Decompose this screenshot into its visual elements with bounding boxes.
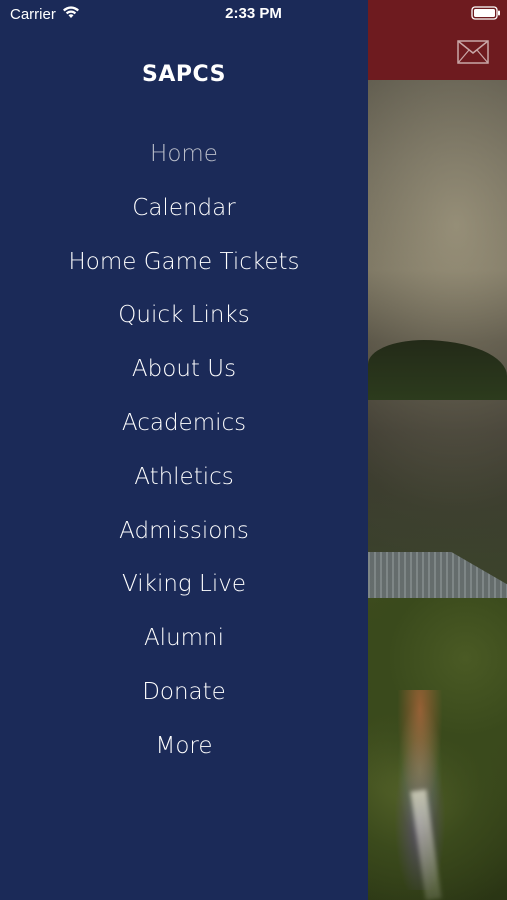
- side-drawer: SAPCS Home Calendar Home Game Tickets Quick…: [0, 0, 368, 900]
- menu-item-home-game-tickets[interactable]: Home Game Tickets: [0, 236, 368, 290]
- menu-item-academics[interactable]: Academics: [0, 397, 368, 451]
- status-time: 2:33 PM: [225, 5, 282, 22]
- menu-item-donate[interactable]: Donate: [0, 666, 368, 720]
- menu-item-admissions[interactable]: Admissions: [0, 505, 368, 559]
- menu-item-athletics[interactable]: Athletics: [0, 451, 368, 505]
- background-roof: [368, 552, 507, 598]
- drawer-title: SAPCS: [142, 62, 226, 87]
- drawer-menu: Home Calendar Home Game Tickets Quick Links…: [0, 128, 368, 774]
- background-hill: [368, 340, 507, 400]
- menu-item-about-us[interactable]: About Us: [0, 343, 368, 397]
- battery-icon: [471, 6, 500, 20]
- menu-item-alumni[interactable]: Alumni: [0, 612, 368, 666]
- menu-item-viking-live[interactable]: Viking Live: [0, 558, 368, 612]
- mail-icon[interactable]: [457, 40, 489, 64]
- menu-item-quick-links[interactable]: Quick Links: [0, 289, 368, 343]
- menu-item-more[interactable]: More: [0, 720, 368, 774]
- menu-item-calendar[interactable]: Calendar: [0, 182, 368, 236]
- status-bar: Carrier 2:33 PM: [0, 0, 507, 28]
- menu-item-home[interactable]: Home: [0, 128, 368, 182]
